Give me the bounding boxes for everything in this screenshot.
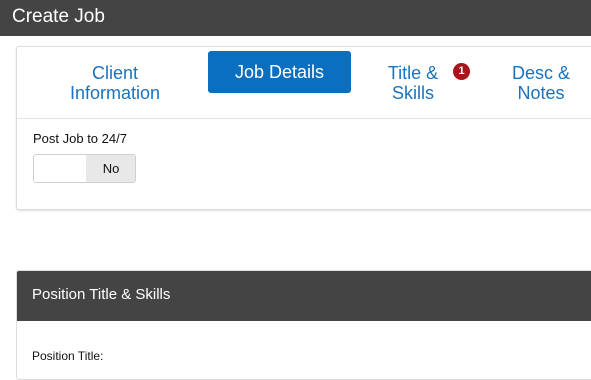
tab-desc-notes[interactable]: Desc & Notes [497,63,585,103]
tab-job-details-label: Job Details [234,62,325,82]
section-header: Position Title & Skills [17,271,591,321]
toggle-knob[interactable] [34,155,87,182]
tab-client-information[interactable]: Client Information [53,63,177,103]
job-details-card: Client Information Job Details Title & S… [16,46,591,210]
section-title: Position Title & Skills [32,286,171,303]
tab-title-skills[interactable]: Title & Skills [377,63,449,103]
tab-client-line1: Client [91,63,139,83]
position-title-label: Position Title: [32,349,104,363]
post-job-toggle[interactable]: No [33,154,136,183]
window-title: Create Job [12,6,105,27]
window-header: Create Job [0,0,591,36]
position-title-skills-card: Position Title & Skills Position Title: [16,270,591,380]
post-job-label: Post Job to 24/7 [33,131,127,146]
toggle-value: No [86,155,135,182]
tab-job-details[interactable]: Job Details [208,51,351,93]
tab-title-line2: Skills [391,83,434,103]
wizard-tabs: Client Information Job Details Title & S… [17,47,591,119]
tab-client-line2: Information [69,83,161,103]
tab-title-line1: Title & [387,63,439,83]
tab-desc-line1: Desc & [511,63,571,83]
error-count-badge: 1 [453,63,470,80]
tab-desc-line2: Notes [517,83,565,103]
